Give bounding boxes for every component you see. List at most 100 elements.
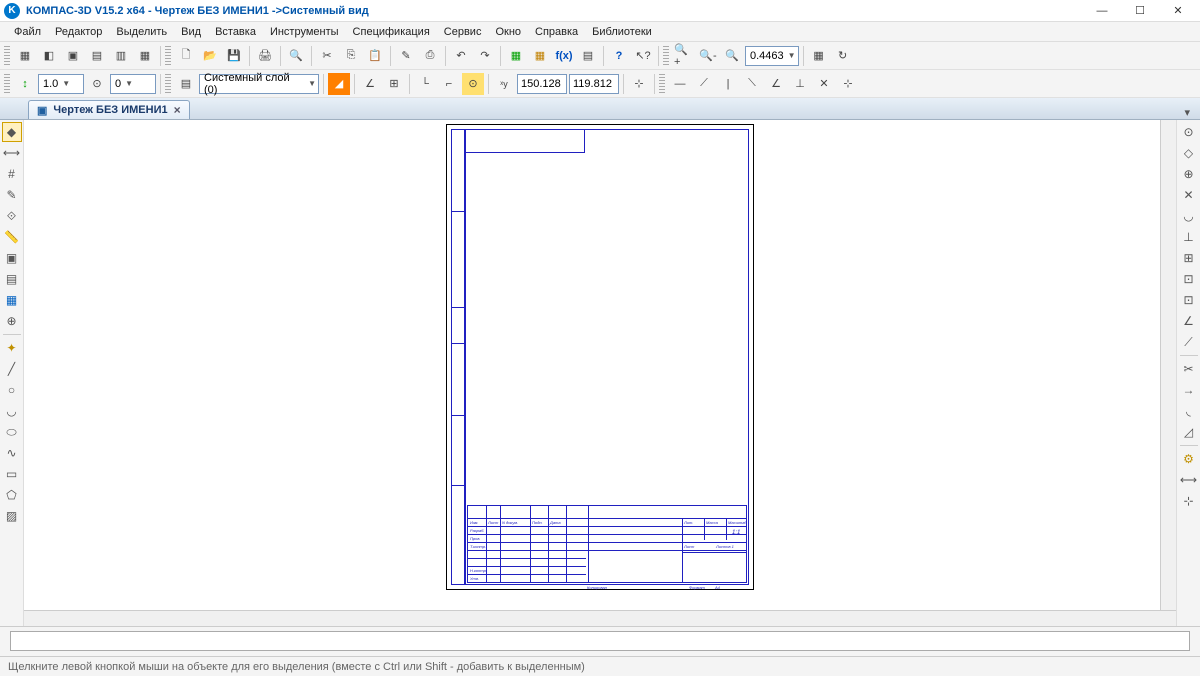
context-help-icon[interactable]: ↖? — [632, 45, 654, 67]
notation-panel-icon[interactable]: # — [2, 164, 22, 184]
menu-select[interactable]: Выделить — [110, 24, 173, 40]
spline-tool-icon[interactable]: ∿ — [2, 443, 22, 463]
menu-window[interactable]: Окно — [489, 24, 527, 40]
save-button[interactable]: 💾 — [223, 45, 245, 67]
cut-button[interactable]: ✂ — [316, 45, 338, 67]
menu-help[interactable]: Справка — [529, 24, 584, 40]
insert-panel-icon[interactable]: ⊕ — [2, 311, 22, 331]
trim-tool-icon[interactable]: ✂ — [1179, 359, 1199, 379]
line-style-7-icon[interactable]: ✕ — [813, 73, 835, 95]
copy-props-icon[interactable]: ⎙ — [419, 45, 441, 67]
undo-button[interactable]: ↶ — [450, 45, 472, 67]
ortho-icon[interactable]: └ — [414, 73, 436, 95]
layer-icon[interactable]: ▤ — [175, 73, 197, 95]
line-style-3-icon[interactable]: | — [717, 73, 739, 95]
new-text-icon[interactable]: ▥ — [110, 45, 132, 67]
line-style-2-icon[interactable]: ⟋ — [693, 73, 715, 95]
parameters-icon[interactable]: ⚙ — [1179, 449, 1199, 469]
snap-angle-icon[interactable]: ∠ — [359, 73, 381, 95]
extend-tool-icon[interactable]: → — [1179, 380, 1199, 400]
maximize-button[interactable]: ☐ — [1122, 1, 1158, 21]
menu-libs[interactable]: Библиотеки — [586, 24, 658, 40]
snap-along-icon[interactable]: ⟋ — [1179, 332, 1199, 352]
point-tool-icon[interactable]: ✦ — [2, 338, 22, 358]
snap-toggle-icon[interactable]: ⊙ — [462, 73, 484, 95]
style-button[interactable]: ◢ — [328, 73, 350, 95]
print-button[interactable]: 🖨 — [254, 45, 276, 67]
new-assembly-icon[interactable]: ▣ — [62, 45, 84, 67]
dimensions-panel-icon[interactable]: ⟷ — [2, 143, 22, 163]
step-offset-combo[interactable]: 0▼ — [110, 74, 156, 94]
tab-close-icon[interactable]: × — [174, 103, 181, 117]
snap-mid-icon[interactable]: ◇ — [1179, 143, 1199, 163]
new-button[interactable]: 🗋 — [175, 45, 197, 67]
toolbar-grip[interactable] — [165, 46, 171, 66]
snap-grid-icon[interactable]: ⊞ — [1179, 248, 1199, 268]
params-panel-icon[interactable]: ⟐ — [2, 206, 22, 226]
layer-combo[interactable]: Системный слой (0)▼ — [199, 74, 319, 94]
library-icon[interactable]: ▦ — [505, 45, 527, 67]
new-spec-icon[interactable]: ▦ — [134, 45, 156, 67]
refresh-icon[interactable]: ↻ — [832, 45, 854, 67]
menu-file[interactable]: Файл — [8, 24, 47, 40]
measure-panel-icon[interactable]: 📏 — [2, 227, 22, 247]
menu-service[interactable]: Сервис — [438, 24, 488, 40]
menu-view[interactable]: Вид — [175, 24, 207, 40]
line-style-5-icon[interactable]: ∠ — [765, 73, 787, 95]
round-icon[interactable]: ⌐ — [438, 73, 460, 95]
new-fragment-icon[interactable]: ▤ — [86, 45, 108, 67]
horizontal-scrollbar[interactable] — [24, 610, 1176, 626]
toolbar-grip[interactable] — [659, 74, 665, 94]
toolbar-grip[interactable] — [165, 74, 171, 94]
manager-icon[interactable]: ▦ — [529, 45, 551, 67]
circle-tool-icon[interactable]: ○ — [2, 380, 22, 400]
menu-edit[interactable]: Редактор — [49, 24, 108, 40]
line-style-8-icon[interactable]: ⊹ — [837, 73, 859, 95]
snap-tangent-icon[interactable]: ◡ — [1179, 206, 1199, 226]
properties-icon[interactable]: ✎ — [395, 45, 417, 67]
toolbar-grip[interactable] — [663, 46, 669, 66]
new-3d-icon[interactable]: ◧ — [38, 45, 60, 67]
paste-button[interactable]: 📋 — [364, 45, 386, 67]
zoom-out-icon[interactable]: 🔍- — [697, 45, 719, 67]
ellipse-tool-icon[interactable]: ⬭ — [2, 422, 22, 442]
polygon-tool-icon[interactable]: ⬠ — [2, 485, 22, 505]
zoom-fit-icon[interactable]: 🔍 — [721, 45, 743, 67]
redraw-icon[interactable]: ▦ — [808, 45, 830, 67]
line-style-6-icon[interactable]: ⊥ — [789, 73, 811, 95]
snap-point-2-icon[interactable]: ⊡ — [1179, 290, 1199, 310]
step-icon[interactable]: ↕ — [14, 73, 36, 95]
coord-y-input[interactable] — [569, 74, 619, 94]
zoom-combo[interactable]: 0.4463▼ — [745, 46, 799, 66]
doc-tab[interactable]: ▣ Чертеж БЕЗ ИМЕНИ1 × — [28, 100, 190, 119]
command-input[interactable] — [10, 631, 1190, 651]
open-button[interactable]: 📂 — [199, 45, 221, 67]
help-icon[interactable]: ? — [608, 45, 630, 67]
geometry-panel-icon[interactable]: ◆ — [2, 122, 22, 142]
arc-tool-icon[interactable]: ◡ — [2, 401, 22, 421]
zoom-in-icon[interactable]: 🔍+ — [673, 45, 695, 67]
preview-button[interactable]: 🔍 — [285, 45, 307, 67]
spec-panel-icon[interactable]: ▤ — [2, 269, 22, 289]
line-style-1-icon[interactable]: — — [669, 73, 691, 95]
canvas[interactable]: Лит. Масса Масштаб 1:1 Лист Листов 1 Изм… — [24, 120, 1176, 626]
toolbar-grip[interactable] — [4, 46, 10, 66]
tab-menu-dropdown[interactable]: ▾ — [1184, 106, 1190, 119]
select-panel-icon[interactable]: ▣ — [2, 248, 22, 268]
close-button[interactable]: ✕ — [1160, 1, 1196, 21]
grid-icon[interactable]: ⊞ — [383, 73, 405, 95]
menu-insert[interactable]: Вставка — [209, 24, 262, 40]
menu-spec[interactable]: Спецификация — [347, 24, 436, 40]
hatch-tool-icon[interactable]: ▨ — [2, 506, 22, 526]
snap-center-icon[interactable]: ⊕ — [1179, 164, 1199, 184]
fx-icon[interactable]: f(x) — [553, 45, 575, 67]
menu-tools[interactable]: Инструменты — [264, 24, 345, 40]
copy-button[interactable]: ⎘ — [340, 45, 362, 67]
toolbar-grip[interactable] — [4, 74, 10, 94]
vertical-scrollbar[interactable] — [1160, 120, 1176, 610]
chamfer-tool-icon[interactable]: ◿ — [1179, 422, 1199, 442]
reports-panel-icon[interactable]: ▦ — [2, 290, 22, 310]
dimension-icon[interactable]: ⟷ — [1179, 470, 1199, 490]
redo-button[interactable]: ↷ — [474, 45, 496, 67]
line-style-4-icon[interactable]: ⟍ — [741, 73, 763, 95]
